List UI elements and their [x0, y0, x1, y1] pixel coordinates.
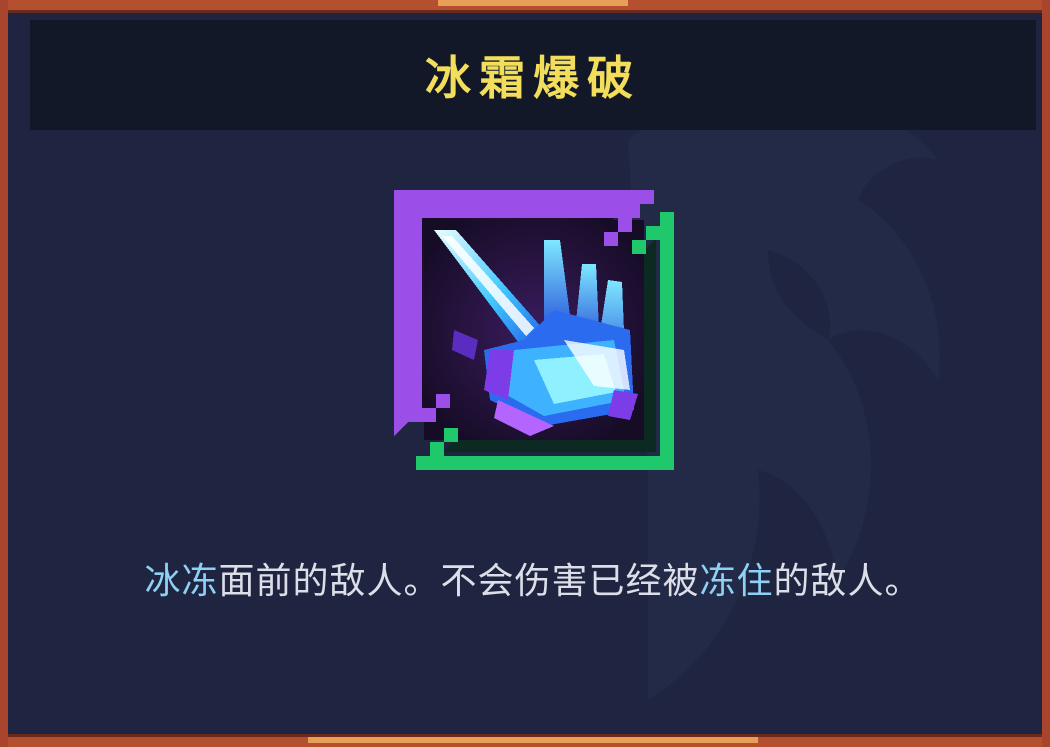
- skill-description: 冰冻面前的敌人。不会伤害已经被冻住的敌人。: [98, 548, 968, 616]
- description-text: 面前的敌人。不会伤害已经被: [218, 561, 700, 602]
- keyword-frozen: 冻住: [699, 561, 774, 602]
- skill-card: 冰霜爆破 冰冻面前的敌人。不会伤害已经被冻住的敌人。: [0, 0, 1050, 747]
- skill-title: 冰霜爆破: [425, 51, 641, 105]
- title-bar: 冰霜爆破: [30, 20, 1036, 130]
- card-frame-bottom: [8, 734, 1042, 747]
- card-frame-top: [8, 0, 1042, 13]
- description-text-end: 的敌人。: [773, 561, 922, 602]
- frost-blast-icon: [394, 190, 674, 470]
- keyword-freeze: 冰冻: [144, 561, 219, 602]
